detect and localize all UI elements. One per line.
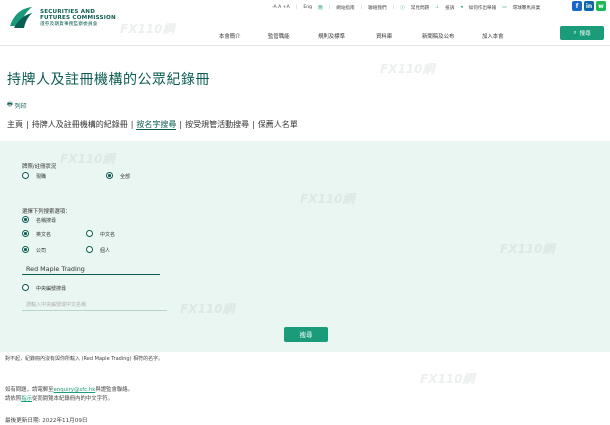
central-number-label: 中央編號搜尋	[36, 286, 67, 292]
name-english-label: 英文名	[36, 232, 52, 238]
page-title: 持牌人及註冊機構的公眾紀錄冊	[7, 72, 210, 88]
entity-company-label: 公司	[36, 248, 47, 254]
lang-simplified-link[interactable]: 簡	[318, 5, 323, 11]
watermark: FX110網	[380, 62, 435, 76]
watermark: FX110網	[420, 372, 475, 386]
print-label: 列印	[14, 102, 27, 110]
entity-individual-radio[interactable]	[86, 246, 93, 253]
last-updated: 最後更新日期: 2022年11月09日	[5, 418, 88, 424]
linkedin-icon[interactable]: in	[584, 1, 594, 11]
org-name-chinese: 證券及期貨事務監察委員會	[40, 21, 98, 27]
by-name-radio[interactable]	[22, 216, 29, 223]
social-links: f in w	[572, 1, 606, 11]
central-number-input[interactable]: 請輸入中央編號或中文名稱	[22, 300, 167, 311]
instructions-link[interactable]: 指示	[21, 396, 32, 402]
facebook-icon[interactable]: f	[572, 1, 582, 11]
breadcrumb: 主頁 | 持牌人及註冊機構的紀錄冊 | 按名字搜尋 | 按受規管活動搜尋 | 保薦人名單	[7, 120, 298, 130]
line2-prefix: 請依照	[5, 396, 22, 402]
sfc-logo-icon[interactable]	[8, 4, 34, 30]
wechat-icon[interactable]: w	[596, 1, 606, 11]
breadcrumb-search-by-activity[interactable]: 按受規管活動搜尋	[185, 120, 249, 129]
central-number-radio[interactable]	[22, 284, 29, 291]
monitor-icon: ▭	[502, 5, 507, 10]
font-size-control[interactable]: -A A +A	[272, 5, 290, 10]
question-icon: ⓘ	[400, 5, 405, 11]
line2-suffix: 從而閱覽本紀錄冊內的中文字符。	[31, 396, 113, 402]
status-label: 牌照/註冊狀況	[22, 164, 57, 170]
printer-icon: 🖶	[7, 101, 13, 108]
extra-link[interactable]: 環球賽馬商業	[513, 5, 541, 11]
criteria-label: 選擇下列搜索選項：	[22, 209, 71, 215]
breadcrumb-register[interactable]: 持牌人及註冊機構的紀錄冊	[32, 120, 128, 129]
breadcrumb-home[interactable]: 主頁	[7, 120, 23, 129]
complaints-link[interactable]: 投訴	[445, 5, 454, 11]
contact-suffix: 與證監會聯絡。	[95, 387, 134, 393]
nav-regulatory[interactable]: 監管職能	[268, 32, 290, 40]
main-nav: 本會簡介 監管職能 規則及標準 資料庫 新聞稿及公布 加入本會	[0, 32, 610, 42]
name-chinese-label: 中文名	[100, 232, 116, 238]
lang-eng-link[interactable]: Eng	[303, 5, 312, 10]
nav-news[interactable]: 新聞稿及公布	[422, 32, 454, 40]
nav-rules[interactable]: 規則及標準	[318, 32, 345, 40]
complaint-icon: ⊥	[435, 5, 440, 10]
org-name-line2: FUTURES COMMISSION	[40, 15, 116, 22]
contact-prefix: 如有問題，請電郵至	[5, 387, 54, 393]
no-result-message: 對不起，紀錄冊內沒有與你所輸入 (Red Maple Trading) 相符的名…	[5, 356, 164, 362]
by-name-label: 名稱搜尋	[36, 218, 57, 224]
name-chinese-radio[interactable]	[86, 230, 93, 237]
nav-careers[interactable]: 加入本會	[482, 32, 504, 40]
contact-line-1: 如有問題，請電郵至enquiry@sfc.hk與證監會聯絡。	[5, 386, 133, 395]
nav-database[interactable]: 資料庫	[376, 32, 392, 40]
print-link[interactable]: 🖶 列印	[7, 100, 27, 110]
contact-info: 如有問題，請電郵至enquiry@sfc.hk與證監會聯絡。 請依照指示從而閱覽…	[5, 386, 133, 404]
header-search-button[interactable]: ⌕ 搜尋	[560, 26, 604, 40]
status-option-all: 全部	[120, 174, 131, 180]
org-name: SECURITIES AND FUTURES COMMISSION 證券及期貨事…	[40, 9, 116, 28]
name-search-input[interactable]: Red Maple Trading	[22, 264, 160, 275]
status-option-current: 現職	[36, 174, 47, 180]
name-english-radio[interactable]	[22, 230, 29, 237]
utility-bar: -A A +A | Eng 簡 | 網站指南 | 聯絡我們 | ⓘ 常見問題 ⊥…	[272, 5, 541, 11]
submit-search-button[interactable]: 搜尋	[284, 327, 328, 342]
search-icon: ⌕	[573, 29, 577, 36]
contact-us-link[interactable]: 聯絡我們	[368, 5, 386, 11]
status-radio-all[interactable]	[106, 172, 113, 179]
nav-about[interactable]: 本會簡介	[219, 32, 241, 40]
site-guide-link[interactable]: 網站指南	[336, 5, 354, 11]
search-button-label: 搜尋	[579, 31, 591, 37]
contact-email-link[interactable]: enquiry@sfc.hk	[54, 387, 96, 393]
breadcrumb-search-by-name[interactable]: 按名字搜尋	[136, 120, 177, 130]
faq-link[interactable]: 常見問題	[411, 5, 429, 11]
report-link[interactable]: 如何作出舉報	[469, 5, 497, 11]
contact-line-2: 請依照指示從而閱覽本紀錄冊內的中文字符。	[5, 395, 133, 404]
entity-individual-label: 個人	[100, 248, 111, 254]
breadcrumb-sponsors[interactable]: 保薦人名單	[258, 120, 298, 129]
site-header: SECURITIES AND FUTURES COMMISSION 證券及期貨事…	[0, 0, 610, 46]
status-radio-current[interactable]	[22, 172, 29, 179]
report-icon: ◂	[460, 5, 463, 10]
entity-company-radio[interactable]	[22, 246, 29, 253]
